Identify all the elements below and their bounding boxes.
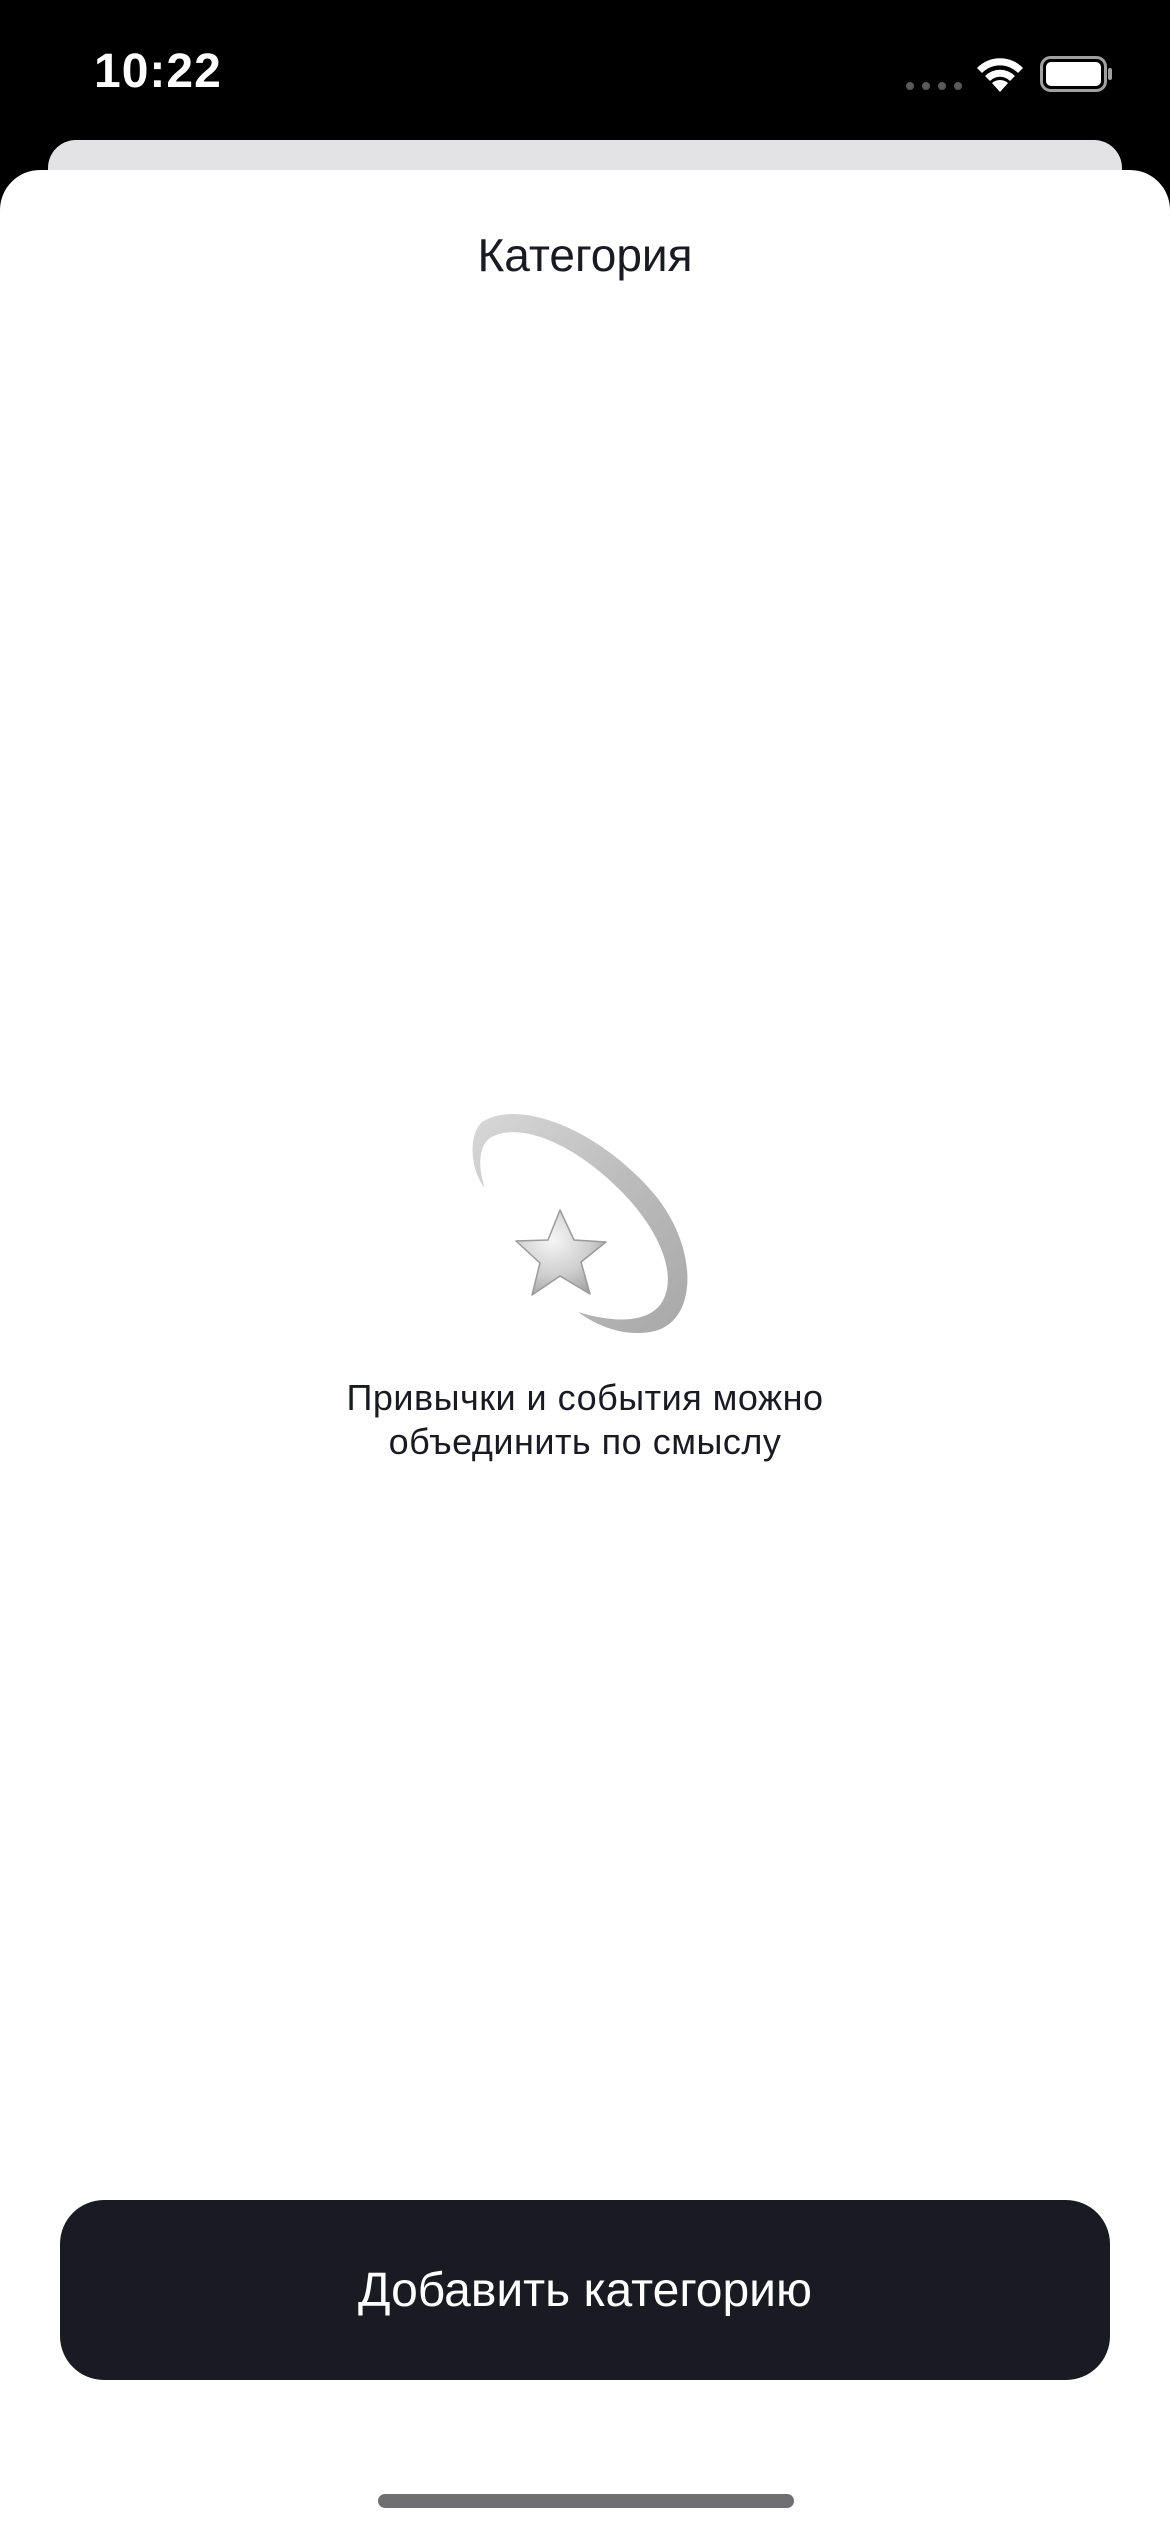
status-time: 10:22 [94, 45, 222, 98]
wifi-icon [977, 58, 1023, 92]
status-bar: 10:22 [0, 0, 1170, 140]
shooting-star-icon [472, 1114, 688, 1334]
category-sheet: Категория Привычки и события можно объед… [0, 170, 1170, 2532]
signal-dots-icon [906, 82, 962, 90]
page-title: Категория [477, 229, 693, 281]
battery-icon [1040, 56, 1112, 92]
empty-state: Привычки и события можно объединить по с… [0, 1100, 1170, 1464]
empty-state-text: Привычки и события можно объединить по с… [346, 1377, 824, 1462]
home-indicator[interactable] [378, 2494, 794, 2508]
add-category-label: Добавить категорию [358, 2263, 812, 2317]
screen: 10:22 Категория Привычки и события можно… [0, 0, 1170, 2532]
add-category-button[interactable]: Добавить категорию [60, 2200, 1110, 2380]
